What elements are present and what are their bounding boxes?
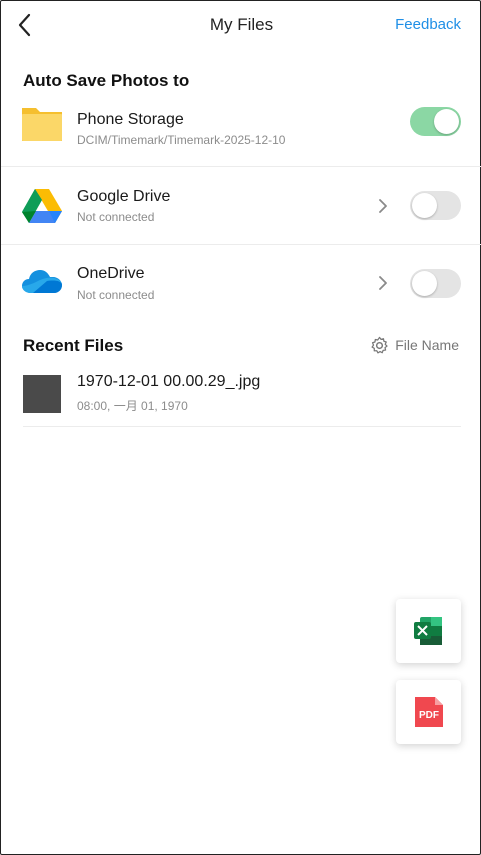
gear-icon: [371, 336, 388, 354]
storage-subtitle: DCIM/Timemark/Timemark-2025-12-10: [77, 133, 286, 147]
toggle-knob: [412, 193, 437, 218]
google-drive-toggle[interactable]: [410, 191, 461, 220]
storage-row-onedrive[interactable]: OneDrive Not connected: [1, 245, 481, 321]
sort-button[interactable]: File Name: [370, 335, 459, 355]
phone-storage-toggle[interactable]: [410, 107, 461, 136]
folder-icon: [22, 108, 62, 141]
sort-label: File Name: [395, 337, 459, 353]
top-bar: My Files Feedback: [1, 1, 481, 49]
app-frame: My Files Feedback Auto Save Photos to Ph…: [0, 0, 481, 855]
storage-name: OneDrive: [77, 265, 145, 282]
pdf-label: PDF: [419, 710, 439, 721]
storage-row-phone[interactable]: Phone Storage DCIM/Timemark/Timemark-202…: [1, 93, 481, 169]
storage-subtitle: Not connected: [77, 288, 155, 302]
onedrive-icon: [22, 270, 62, 293]
onedrive-toggle[interactable]: [410, 269, 461, 298]
feedback-link[interactable]: Feedback: [395, 16, 461, 33]
excel-icon: [414, 617, 442, 645]
storage-subtitle: Not connected: [77, 210, 155, 224]
recent-files-section-title: Recent Files: [23, 336, 124, 355]
toggle-knob: [412, 271, 437, 296]
file-thumbnail: [23, 375, 61, 413]
export-excel-button[interactable]: [396, 599, 461, 663]
auto-save-section-title: Auto Save Photos to: [23, 71, 190, 90]
pdf-icon: PDF: [415, 697, 443, 727]
toggle-knob: [434, 109, 459, 134]
storage-name: Phone Storage: [77, 111, 184, 128]
storage-row-google-drive[interactable]: Google Drive Not connected: [1, 167, 481, 243]
chevron-right-icon[interactable]: [376, 274, 390, 292]
chevron-right-icon[interactable]: [376, 197, 390, 215]
google-drive-icon: [22, 189, 62, 223]
file-meta: 08:00, 一月 01, 1970: [77, 399, 188, 413]
divider: [23, 426, 461, 427]
storage-name: Google Drive: [77, 188, 171, 205]
file-name: 1970-12-01 00.00.29_.jpg: [77, 373, 261, 390]
export-pdf-button[interactable]: PDF: [396, 680, 461, 744]
